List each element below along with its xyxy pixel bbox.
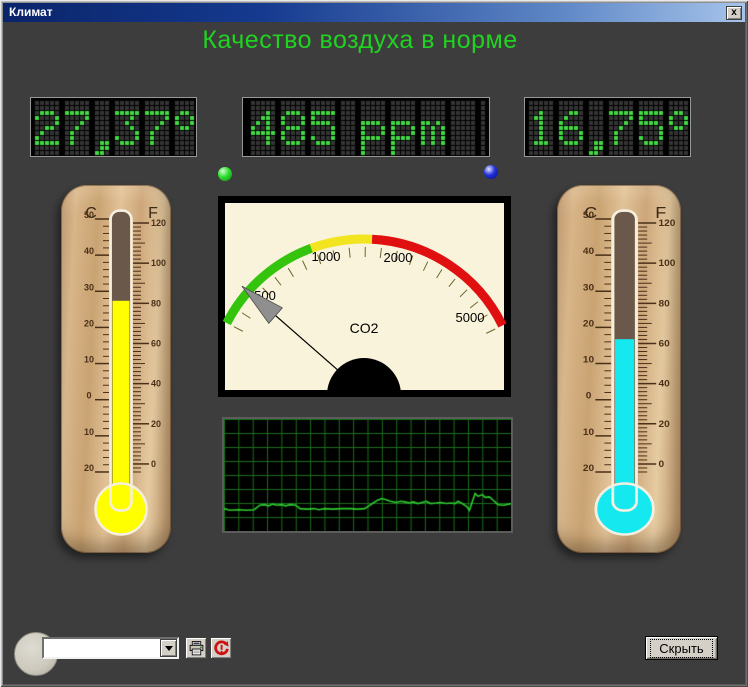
svg-text:40: 40 [658,379,669,389]
svg-text:100: 100 [151,258,166,268]
svg-text:10: 10 [583,355,594,365]
chevron-down-icon [164,645,173,651]
svg-text:10: 10 [84,355,94,365]
svg-text:20: 20 [583,319,594,329]
svg-text:120: 120 [151,218,166,228]
svg-text:50: 50 [84,210,94,220]
svg-text:CO2: CO2 [350,320,379,336]
svg-text:30: 30 [84,282,94,292]
svg-text:20: 20 [658,419,669,429]
svg-text:20: 20 [583,463,594,473]
green-status-led [218,167,232,181]
svg-text:60: 60 [151,338,161,348]
print-button[interactable] [185,637,207,659]
blue-status-led [484,165,498,179]
svg-text:0: 0 [586,391,592,401]
port-combobox[interactable] [42,637,179,659]
air-quality-status-text: Качество воздуха в норме [202,26,518,54]
co2-display [242,97,490,157]
refresh-icon [213,640,229,655]
svg-text:0: 0 [658,459,664,469]
svg-text:40: 40 [583,247,594,257]
svg-text:120: 120 [658,219,675,229]
right-thermometer: C F 50 40 30 20 10 0 10 20 120 100 80 60 40 20 0 [557,185,681,553]
svg-text:2000: 2000 [384,250,413,265]
svg-text:10: 10 [583,427,594,437]
svg-text:0: 0 [86,391,91,401]
title-bar: Климат x [3,3,745,22]
svg-text:0: 0 [151,459,156,469]
svg-text:20: 20 [151,419,161,429]
svg-text:80: 80 [658,299,669,309]
svg-text:40: 40 [84,246,94,256]
hide-button-label: Скрыть [650,638,713,658]
co2-trend-scope [222,417,513,533]
printer-icon [189,640,203,655]
svg-text:50: 50 [583,210,594,220]
svg-text:1000: 1000 [312,249,341,264]
combobox-input[interactable] [44,639,160,657]
svg-text:40: 40 [151,379,161,389]
svg-text:10: 10 [84,427,94,437]
svg-text:20: 20 [84,463,94,473]
window-title: Климат [9,5,53,19]
svg-text:30: 30 [583,283,594,293]
hide-button[interactable]: Скрыть [645,636,718,660]
temperature-right-display [524,97,691,157]
svg-text:5000: 5000 [456,310,485,325]
co2-gauge: 500 1000 2000 5000 CO2 [218,196,511,432]
temperature-left-display [30,97,197,157]
combobox-dropdown-button[interactable] [160,639,177,657]
svg-text:100: 100 [658,259,675,269]
svg-text:80: 80 [151,298,161,308]
svg-text:20: 20 [84,318,94,328]
close-icon[interactable]: x [726,5,742,20]
left-thermometer: C F 50 40 30 20 10 0 10 20 120 100 80 60 40 20 0 [61,185,171,553]
app-window: Климат x Качество воздуха в норме 500 100… [0,0,748,687]
refresh-button[interactable] [210,637,232,659]
svg-text:60: 60 [658,339,669,349]
